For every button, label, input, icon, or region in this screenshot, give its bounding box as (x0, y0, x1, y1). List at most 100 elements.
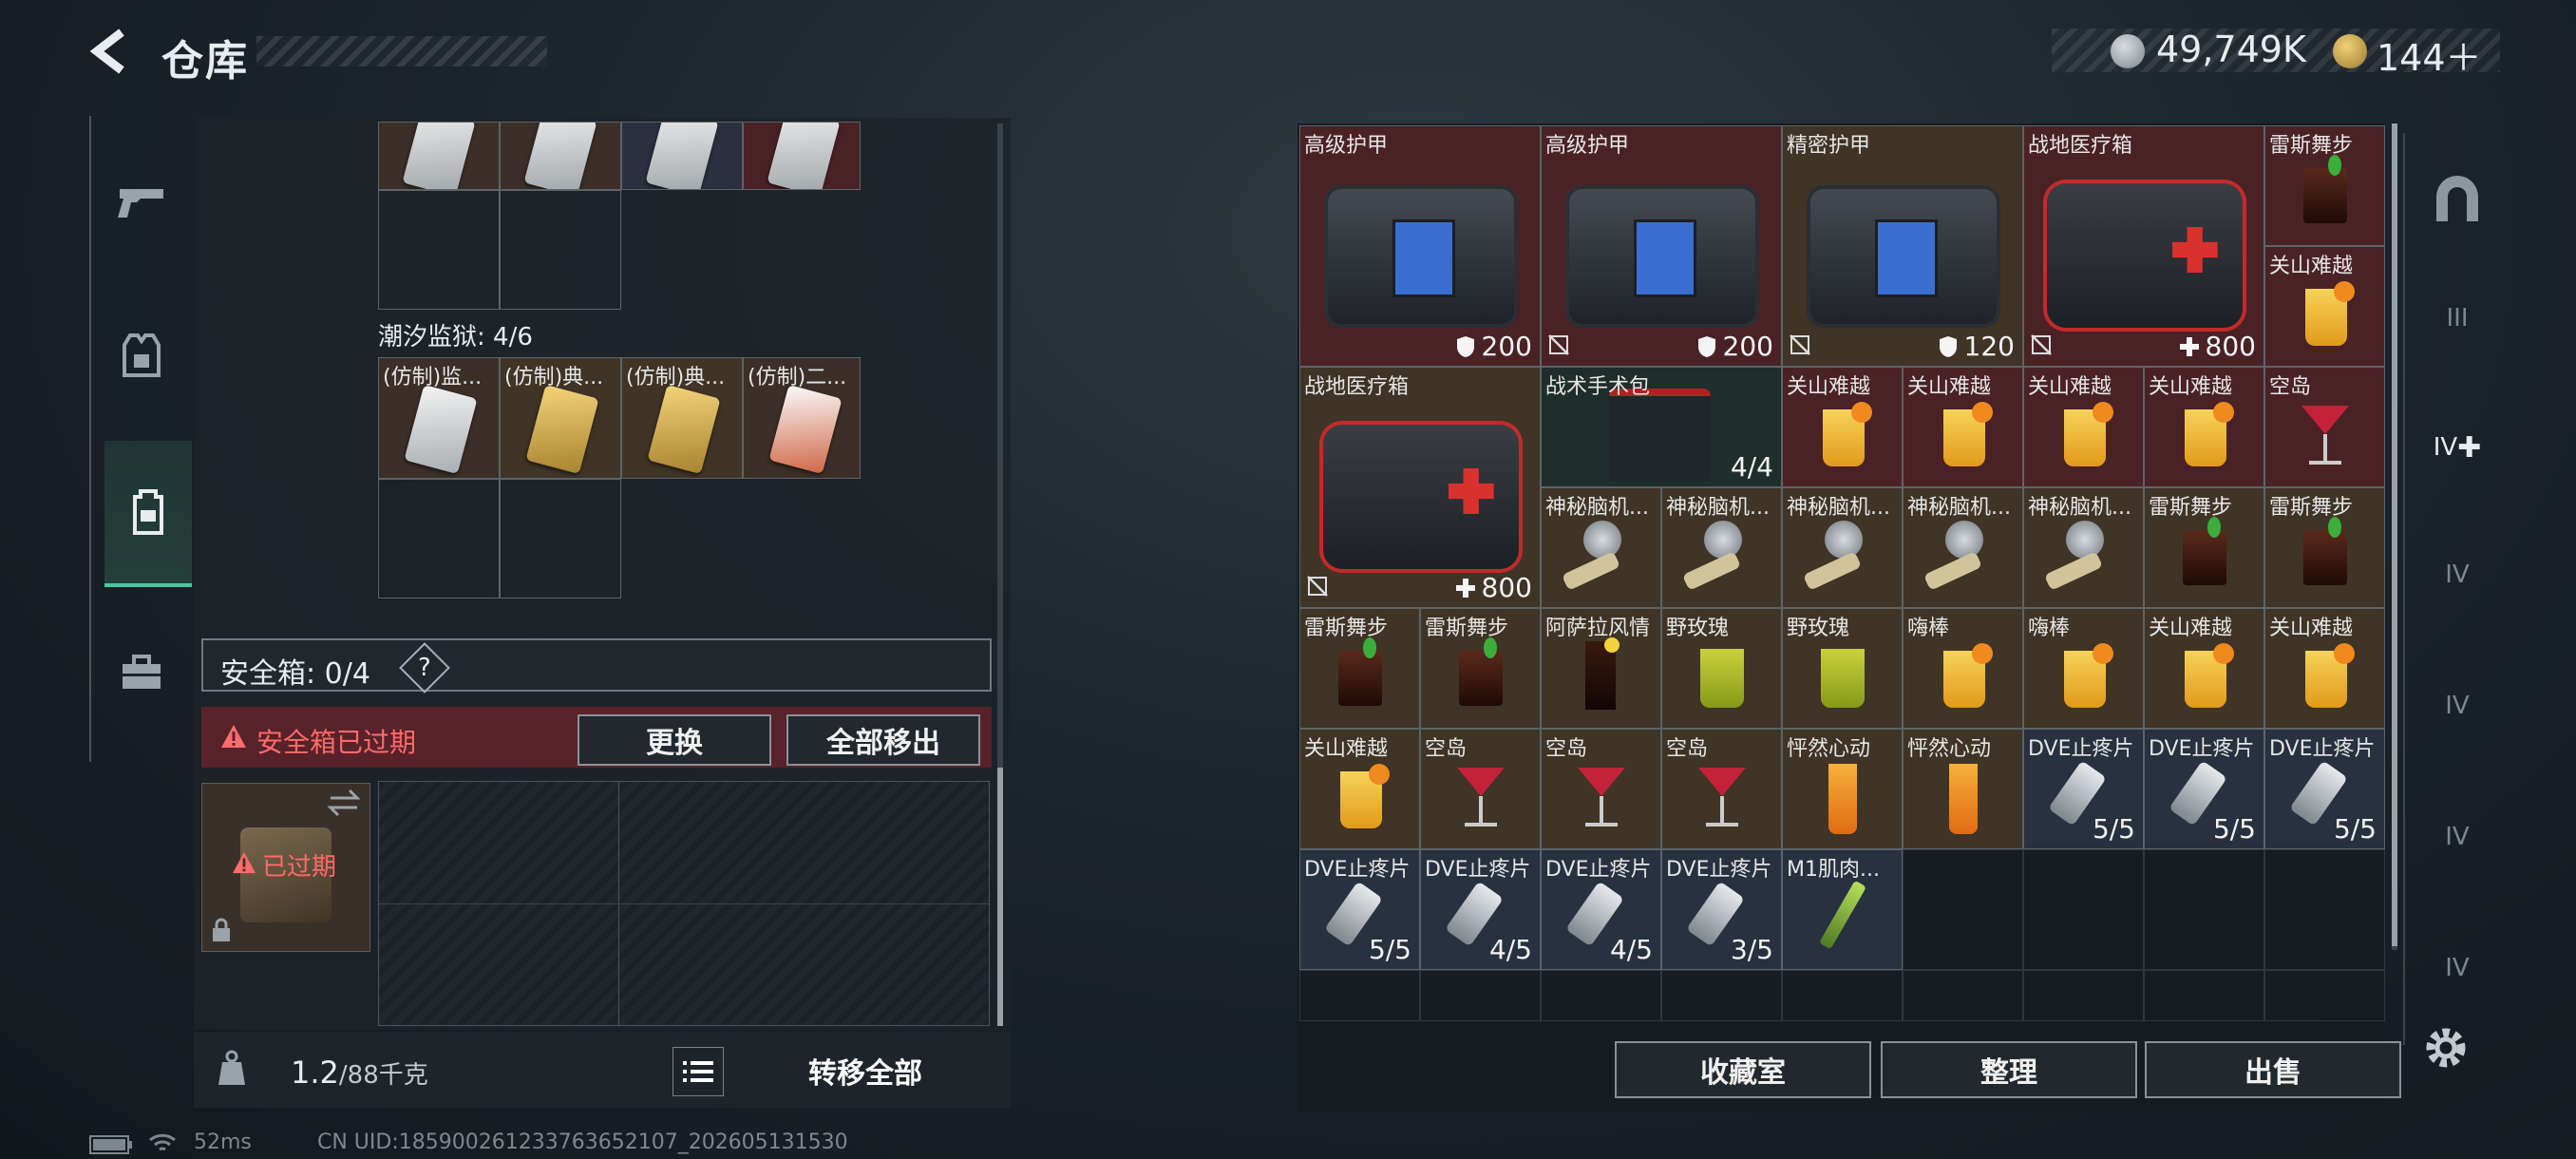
inventory-item[interactable]: (仿制)典... (500, 357, 621, 479)
warehouse-item[interactable]: 雷斯舞步 (2144, 487, 2264, 608)
warehouse-item[interactable]: 神秘脑机... (1903, 487, 2023, 608)
item-name: 空岛 (1425, 737, 1468, 761)
empty-slot[interactable] (500, 479, 621, 598)
warehouse-item[interactable]: DVE止疼片 3/5 (1661, 849, 1782, 970)
empty-slot[interactable] (1661, 970, 1782, 1021)
warehouse-item[interactable]: 野玫瑰 (1782, 608, 1903, 729)
tab-4e[interactable]: IV (2424, 935, 2491, 1001)
warehouse-item[interactable]: 雷斯舞步 (2264, 125, 2385, 246)
item-name: 关山难越 (1304, 737, 1389, 761)
warehouse-item[interactable]: DVE止疼片 5/5 (1299, 849, 1420, 970)
empty-slot[interactable] (1420, 970, 1541, 1021)
empty-slot[interactable] (378, 190, 500, 310)
warehouse-item[interactable]: 关山难越 (1299, 729, 1420, 849)
swap-icon[interactable] (327, 788, 361, 817)
inventory-item[interactable]: (仿制)典... (621, 357, 743, 479)
empty-slot[interactable] (1903, 970, 2023, 1021)
move-all-button[interactable]: 全部移出 (786, 714, 980, 766)
gold-amount[interactable]: 144＋ (2377, 28, 2482, 81)
warehouse-item[interactable]: 神秘脑机... (1541, 487, 1661, 608)
warehouse-item[interactable]: 战地医疗箱 800 (2023, 125, 2264, 367)
empty-slot[interactable] (500, 190, 621, 310)
inventory-item[interactable]: (仿制)二... (743, 357, 861, 479)
warehouse-item[interactable]: 关山难越 (1903, 367, 2023, 487)
empty-slot[interactable] (2144, 970, 2264, 1021)
empty-slot[interactable] (1903, 849, 2023, 970)
uid-readout: CN UID:18590026123376365210​7_2026051315… (317, 1130, 848, 1154)
empty-slot[interactable] (2023, 849, 2144, 970)
warehouse-item[interactable]: 雷斯舞步 (1299, 608, 1420, 729)
warehouse-item[interactable]: DVE止疼片 4/5 (1541, 849, 1661, 970)
tab-4b[interactable]: IV (2424, 542, 2491, 608)
inventory-item[interactable] (621, 122, 743, 190)
tab-4c[interactable]: IV (2424, 673, 2491, 739)
warehouse-item[interactable]: 野玫瑰 (1661, 608, 1782, 729)
tab-4d[interactable]: IV (2424, 804, 2491, 870)
warehouse-item[interactable]: DVE止疼片 5/5 (2264, 729, 2385, 849)
scrollbar-thumb[interactable] (997, 768, 1003, 1026)
safe-box-slots[interactable] (378, 781, 990, 1026)
warehouse-item[interactable]: 空岛 (1420, 729, 1541, 849)
gear-icon[interactable] (2420, 1022, 2472, 1074)
empty-slot[interactable] (2023, 970, 2144, 1021)
battery-icon (89, 1135, 132, 1154)
list-view-button[interactable] (672, 1047, 724, 1096)
inventory-item[interactable] (743, 122, 861, 190)
warehouse-item[interactable]: 高级护甲 200 (1299, 125, 1541, 367)
empty-slot[interactable] (2144, 849, 2264, 970)
warehouse-item[interactable]: 嗨棒 (2023, 608, 2144, 729)
warehouse-item[interactable]: 关山难越 (2144, 608, 2264, 729)
warehouse-item[interactable]: 关山难越 (1782, 367, 1903, 487)
nav-armor[interactable] (103, 315, 180, 393)
warehouse-item[interactable]: 战地医疗箱 800 (1299, 367, 1541, 608)
inventory-item[interactable]: (仿制)监... (378, 357, 500, 479)
empty-slot[interactable] (378, 479, 500, 598)
nav-weapons[interactable] (103, 163, 180, 241)
replace-button[interactable]: 更换 (578, 714, 771, 766)
warehouse-item[interactable]: 神秘脑机... (1661, 487, 1782, 608)
warehouse-item[interactable]: 战术手术包 4/4 (1541, 367, 1782, 487)
warehouse-item[interactable]: DVE止疼片 5/5 (2023, 729, 2144, 849)
warehouse-item[interactable]: 关山难越 (2144, 367, 2264, 487)
tab-3[interactable]: III (2424, 285, 2491, 352)
sort-button[interactable]: 整理 (1881, 1041, 2137, 1098)
empty-slot[interactable] (1541, 970, 1661, 1021)
warehouse-item[interactable]: 雷斯舞步 (2264, 487, 2385, 608)
warehouse-item[interactable]: 怦然心动 (1903, 729, 2023, 849)
warehouse-item[interactable]: 空岛 (1661, 729, 1782, 849)
warehouse-item[interactable]: 阿萨拉风情 (1541, 608, 1661, 729)
back-button[interactable] (84, 25, 137, 78)
warehouse-item[interactable]: 嗨棒 (1903, 608, 2023, 729)
inventory-item[interactable] (500, 122, 621, 190)
warehouse-item[interactable]: 关山难越 (2264, 246, 2385, 367)
warehouse-item[interactable]: 神秘脑机... (2023, 487, 2144, 608)
empty-slot[interactable] (2264, 970, 2385, 1021)
warehouse-item[interactable]: M1肌肉... (1782, 849, 1903, 970)
warehouse-item[interactable]: 关山难越 (2023, 367, 2144, 487)
warehouse-item[interactable]: 神秘脑机... (1782, 487, 1903, 608)
briefcase-icon (123, 655, 161, 689)
inventory-item[interactable] (378, 122, 500, 190)
collection-room-button[interactable]: 收藏室 (1615, 1041, 1871, 1098)
gun-icon (118, 189, 163, 218)
nav-case[interactable] (103, 635, 180, 712)
empty-slot[interactable] (1299, 970, 1420, 1021)
sell-button[interactable]: 出售 (2145, 1041, 2401, 1098)
tab-all[interactable] (2424, 167, 2491, 234)
warehouse-item[interactable]: DVE止疼片 5/5 (2144, 729, 2264, 849)
warehouse-item[interactable]: 空岛 (1541, 729, 1661, 849)
warehouse-item[interactable]: 高级护甲 200 (1541, 125, 1782, 367)
empty-slot[interactable] (2264, 849, 2385, 970)
transfer-all-button[interactable]: 转移全部 (737, 1045, 994, 1096)
nav-backpack[interactable] (104, 441, 192, 587)
silver-coin-icon (2111, 34, 2145, 68)
warehouse-item[interactable]: 怦然心动 (1782, 729, 1903, 849)
tab-4-medical[interactable]: IV ✚ (2424, 414, 2491, 481)
warehouse-item[interactable]: 雷斯舞步 (1420, 608, 1541, 729)
warehouse-item[interactable]: 精密护甲 120 (1782, 125, 2023, 367)
scrollbar-thumb[interactable] (2392, 124, 2397, 946)
empty-slot[interactable] (1782, 970, 1903, 1021)
warehouse-item[interactable]: DVE止疼片 4/5 (1420, 849, 1541, 970)
warehouse-item[interactable]: 空岛 (2264, 367, 2385, 487)
warehouse-item[interactable]: 关山难越 (2264, 608, 2385, 729)
